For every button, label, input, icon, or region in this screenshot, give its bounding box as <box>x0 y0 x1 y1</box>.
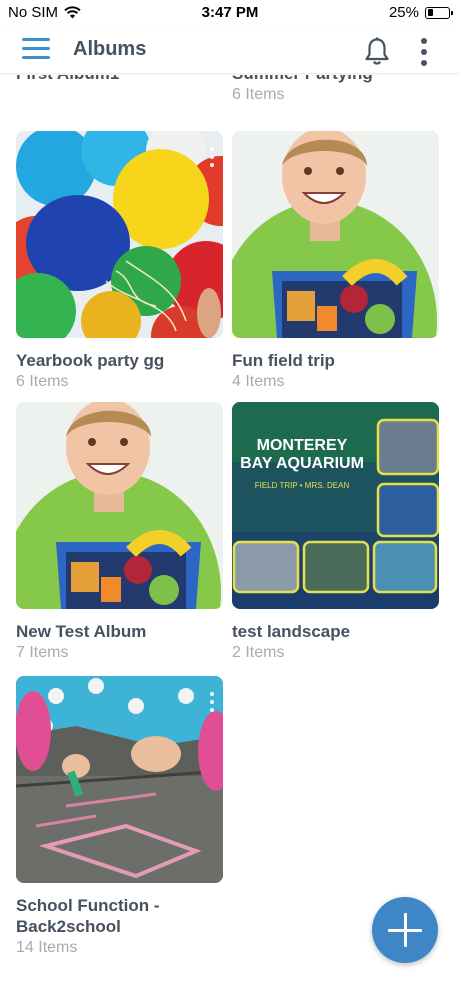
balloons-photo <box>16 131 223 338</box>
album-card[interactable]: Summer Partying 6 Items <box>232 75 439 105</box>
album-name: First Album1 <box>16 75 223 84</box>
album-name: Fun field trip <box>232 351 335 370</box>
album-count: 6 Items <box>232 86 285 103</box>
vertical-ellipsis-icon[interactable] <box>416 38 432 66</box>
hamburger-menu-icon[interactable] <box>22 38 50 60</box>
album-thumbnail[interactable] <box>16 131 223 338</box>
albums-grid: First Album1 Summer Partying 6 Items <box>0 75 460 996</box>
album-count: 4 Items <box>232 373 285 390</box>
album-thumbnail[interactable] <box>232 131 439 338</box>
sidewalk-chalk-photo <box>16 676 223 883</box>
album-count: 14 Items <box>16 939 78 956</box>
album-count: 2 Items <box>232 644 285 661</box>
album-card[interactable]: Fun field trip 4 Items <box>232 131 439 392</box>
album-card[interactable]: MONTEREY BAY AQUARIUM FIELD TRIP • MRS. … <box>232 402 439 663</box>
album-card[interactable]: School Function - Back2school 14 Items <box>16 676 223 958</box>
app-header: Albums <box>0 26 460 74</box>
boy-lunchbox-photo <box>232 131 439 338</box>
album-count: 6 Items <box>16 373 69 390</box>
bell-icon[interactable] <box>363 36 391 66</box>
status-bar: No SIM 3:47 PM 25% <box>0 0 460 26</box>
poster-title-line2: BAY AQUARIUM <box>240 455 364 472</box>
page-title: Albums <box>73 38 147 60</box>
album-thumbnail[interactable] <box>16 402 223 609</box>
poster-subtitle: FIELD TRIP • MRS. DEAN <box>255 481 350 490</box>
album-name: Summer Partying <box>232 75 439 84</box>
album-thumbnail[interactable] <box>16 676 223 883</box>
album-card[interactable]: Yearbook party gg 6 Items <box>16 131 223 392</box>
album-name: New Test Album <box>16 622 147 641</box>
album-name: test landscape <box>232 622 351 641</box>
poster-title-line1: MONTEREY <box>257 437 348 454</box>
battery-icon <box>425 6 453 19</box>
album-thumbnail[interactable]: MONTEREY BAY AQUARIUM FIELD TRIP • MRS. … <box>232 402 439 609</box>
aquarium-poster: MONTEREY BAY AQUARIUM FIELD TRIP • MRS. … <box>232 402 439 609</box>
boy-lunchbox-photo <box>16 402 223 609</box>
album-more-icon[interactable] <box>209 147 215 167</box>
album-card[interactable]: New Test Album 7 Items <box>16 402 223 663</box>
battery-percent: 25% <box>388 4 419 21</box>
album-count: 7 Items <box>16 644 69 661</box>
battery-level-fill <box>427 9 433 16</box>
album-card[interactable]: First Album1 <box>16 75 223 85</box>
album-more-icon[interactable] <box>209 692 215 712</box>
album-name: Yearbook party gg <box>16 351 165 370</box>
album-name: School Function - Back2school <box>16 896 160 936</box>
add-album-button[interactable] <box>372 897 438 963</box>
status-right: 25% <box>388 4 453 21</box>
